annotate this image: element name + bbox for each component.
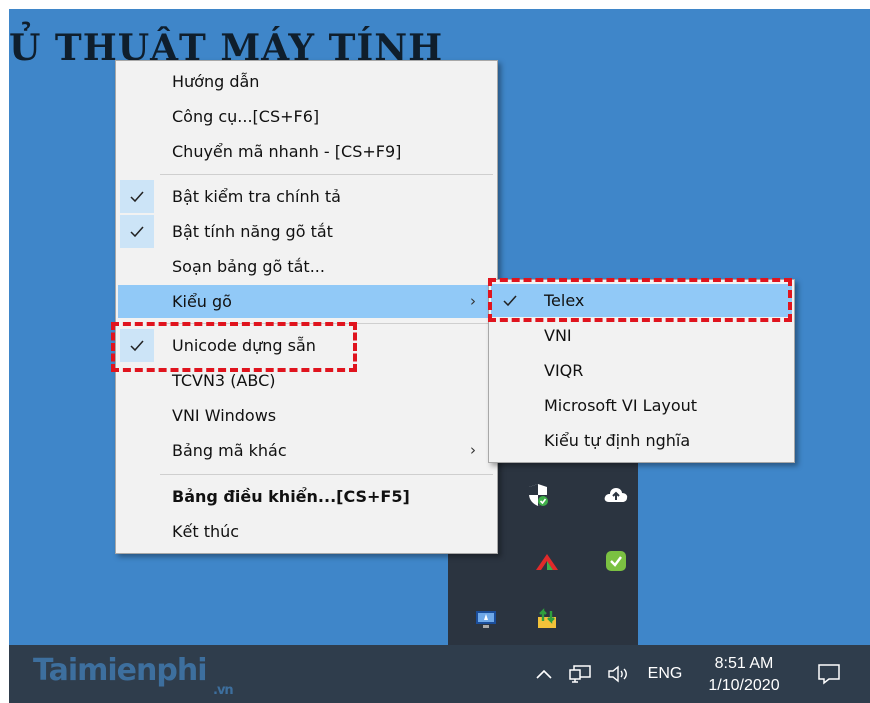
- unikey-icon[interactable]: [473, 606, 499, 632]
- menu-item-unicode-dung-san[interactable]: Unicode dựng sẵn: [116, 329, 497, 362]
- notification-center-icon[interactable]: [809, 645, 849, 703]
- checkmark-icon: [120, 180, 154, 213]
- volume-icon[interactable]: [603, 645, 633, 703]
- checkmark-icon: [120, 329, 154, 362]
- checkmark-icon: [493, 284, 527, 317]
- submenu-item-viqr[interactable]: VIQR: [489, 354, 794, 387]
- taskbar-clock[interactable]: 8:51 AM 1/10/2020: [699, 653, 789, 697]
- submenu-item-kieu-tu-dinh-nghia[interactable]: Kiểu tự định nghĩa: [489, 424, 794, 457]
- input-method-submenu: Telex VNI VIQR Microsoft VI Layout Kiểu …: [488, 279, 795, 463]
- menu-item-go-tat[interactable]: Bật tính năng gõ tắt: [116, 215, 497, 248]
- checkmark-icon: [120, 215, 154, 248]
- submenu-item-telex[interactable]: Telex: [491, 284, 792, 317]
- unikey-context-menu: Hướng dẫn Công cụ...[CS+F6] Chuyển mã nh…: [115, 60, 498, 554]
- menu-item-ket-thuc[interactable]: Kết thúc: [116, 515, 497, 548]
- taskbar: Taimienphi .vn ENG 8:51 AM 1/10/2020: [9, 645, 870, 703]
- menu-item-kiem-tra-chinh-ta[interactable]: Bật kiểm tra chính tả: [116, 180, 497, 213]
- menu-separator: [160, 174, 493, 175]
- menu-separator: [160, 323, 493, 324]
- menu-item-huong-dan[interactable]: Hướng dẫn: [116, 65, 497, 98]
- cloud-upload-icon[interactable]: [603, 482, 629, 508]
- menu-item-bang-ma-khac[interactable]: Bảng mã khác ›: [116, 434, 497, 467]
- menu-separator: [160, 474, 493, 475]
- menu-item-vni-windows[interactable]: VNI Windows: [116, 399, 497, 432]
- submenu-item-microsoft-vi-layout[interactable]: Microsoft VI Layout: [489, 389, 794, 422]
- watermark-logo: Taimienphi .vn: [33, 653, 234, 698]
- chevron-up-icon[interactable]: [533, 645, 555, 703]
- network-icon[interactable]: [565, 645, 595, 703]
- submenu-arrow-icon: ›: [470, 292, 476, 310]
- clock-date: 1/10/2020: [708, 677, 780, 694]
- submenu-item-vni[interactable]: VNI: [489, 319, 794, 352]
- language-indicator[interactable]: ENG: [643, 645, 687, 703]
- green-check-icon[interactable]: [603, 548, 629, 574]
- menu-item-cong-cu[interactable]: Công cụ...[CS+F6]: [116, 100, 497, 133]
- red-wing-icon[interactable]: [534, 548, 560, 574]
- security-shield-icon[interactable]: [525, 482, 551, 508]
- submenu-arrow-icon: ›: [470, 441, 476, 459]
- menu-item-kieu-go[interactable]: Kiểu gõ ›: [118, 285, 495, 318]
- clock-time: 8:51 AM: [714, 655, 774, 672]
- network-sync-icon[interactable]: [534, 606, 560, 632]
- menu-item-chuyen-ma-nhanh[interactable]: Chuyển mã nhanh - [CS+F9]: [116, 135, 497, 168]
- menu-item-tcvn3[interactable]: TCVN3 (ABC): [116, 364, 497, 397]
- menu-item-bang-dieu-khien[interactable]: Bảng điều khiển...[CS+F5]: [116, 480, 497, 513]
- menu-item-soan-bang-go-tat[interactable]: Soạn bảng gõ tắt...: [116, 250, 497, 283]
